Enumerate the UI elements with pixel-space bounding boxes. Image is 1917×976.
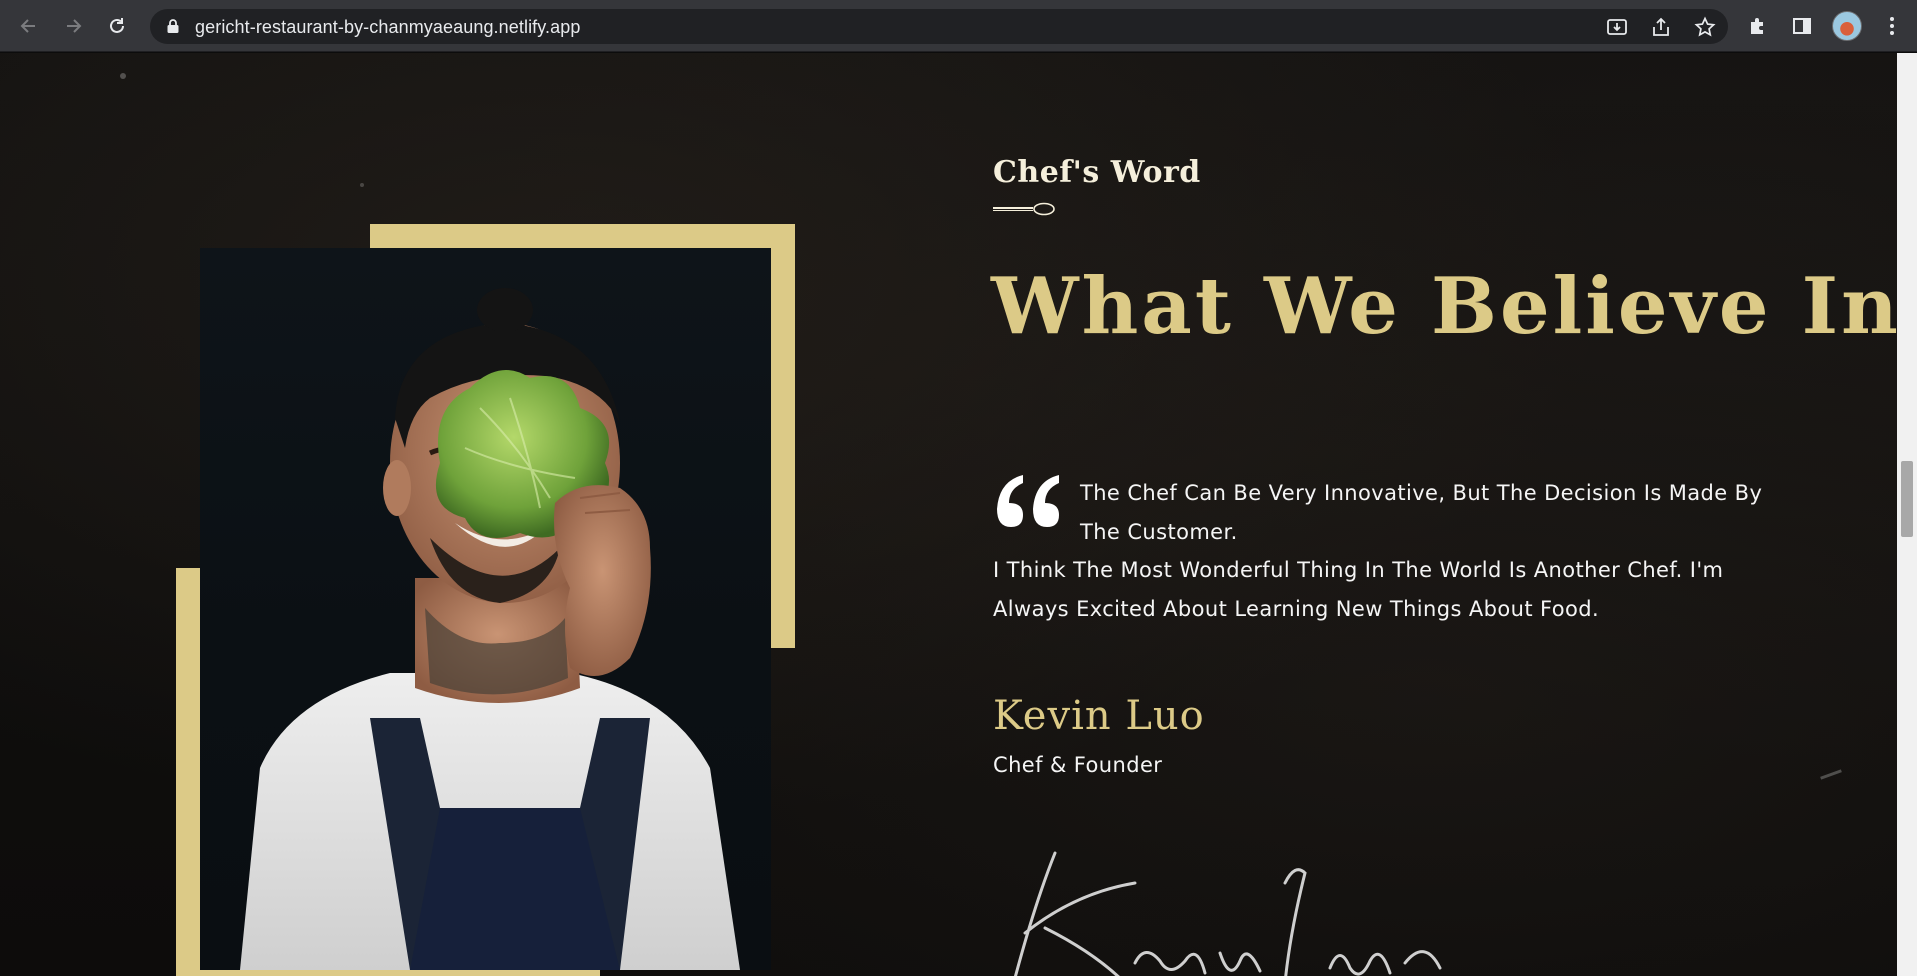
- texture-speck: [360, 183, 364, 187]
- extensions-puzzle-icon[interactable]: [1744, 12, 1772, 40]
- url-text[interactable]: gericht-restaurant-by-chanmyaeaung.netli…: [195, 17, 580, 38]
- frame-bottom-bar: [176, 969, 600, 976]
- lock-icon[interactable]: [166, 18, 180, 38]
- address-bar[interactable]: gericht-restaurant-by-chanmyaeaung.netli…: [150, 9, 1728, 44]
- bookmark-star-icon[interactable]: [1693, 15, 1717, 39]
- quote-text-second: I Think The Most Wonderful Thing In The …: [993, 558, 1724, 621]
- spoon-divider-icon: [993, 201, 1057, 220]
- browser-toolbar: gericht-restaurant-by-chanmyaeaung.netli…: [0, 0, 1917, 52]
- chef-role: Chef & Founder: [993, 753, 1163, 777]
- quote-text-first: The Chef Can Be Very Innovative, But The…: [1080, 481, 1763, 544]
- section-subtitle: Chef's Word: [993, 155, 1201, 190]
- chef-photo: [200, 248, 771, 970]
- texture-scratch: [1820, 769, 1842, 780]
- side-panel-icon[interactable]: [1788, 12, 1816, 40]
- chef-name: Kevin Luo: [993, 693, 1205, 739]
- forward-arrow-icon[interactable]: [57, 10, 89, 42]
- frame-top-bar: [370, 224, 795, 248]
- frame-right-bar: [771, 224, 795, 648]
- profile-avatar[interactable]: [1832, 11, 1862, 41]
- page-scrollbar[interactable]: [1897, 53, 1917, 976]
- share-icon[interactable]: [1649, 15, 1673, 39]
- install-app-icon[interactable]: [1605, 15, 1629, 39]
- texture-speck: [120, 73, 126, 79]
- section-headline: What We Believe In: [991, 261, 1897, 352]
- frame-left-bar: [176, 568, 200, 976]
- scrollbar-thumb[interactable]: [1901, 461, 1913, 537]
- kebab-menu-icon[interactable]: [1878, 12, 1906, 40]
- quote-icon: [993, 471, 1063, 535]
- chef-signature-image: [985, 843, 1505, 976]
- chef-section: Chef's Word What We Believe In The Chef …: [0, 53, 1897, 976]
- back-arrow-icon[interactable]: [13, 10, 45, 42]
- reload-icon[interactable]: [101, 10, 133, 42]
